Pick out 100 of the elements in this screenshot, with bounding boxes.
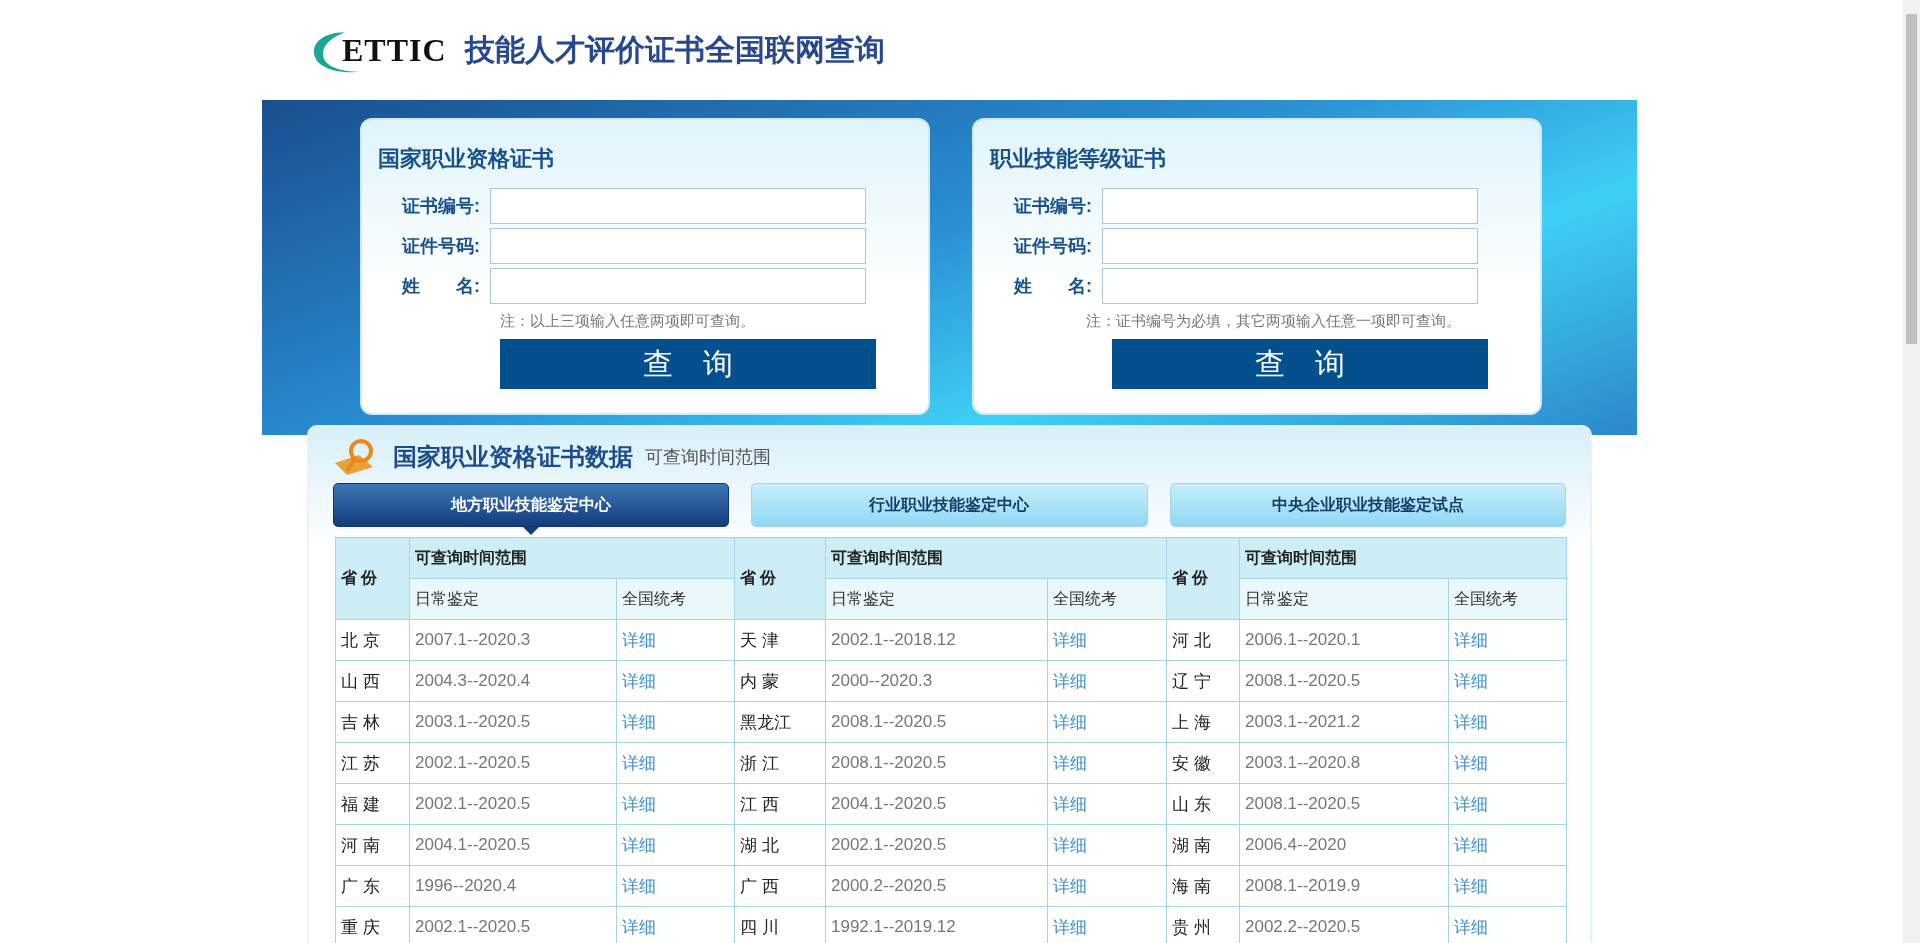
date-range-cell: 2000--2020.3 (825, 660, 1048, 702)
province-cell: 广 东 (335, 865, 410, 907)
province-cell: 河 北 (1166, 619, 1240, 661)
detail-link[interactable]: 详细 (1454, 753, 1488, 773)
column-header: 全国统考 (1448, 578, 1567, 620)
detail-link[interactable]: 详细 (622, 876, 656, 896)
field-label: 姓 名: (400, 275, 481, 298)
province-cell: 河 南 (335, 824, 410, 866)
province-cell: 山 东 (1166, 783, 1240, 825)
date-range-cell: 2006.1--2020.1 (1239, 619, 1449, 661)
date-range-cell: 2006.4--2020 (1239, 824, 1449, 866)
detail-link[interactable]: 详细 (1454, 917, 1488, 937)
input-field[interactable] (490, 228, 866, 264)
detail-link[interactable]: 详细 (1454, 876, 1488, 896)
province-cell: 山 西 (335, 660, 410, 702)
column-header: 省 份 (1166, 537, 1240, 620)
tab[interactable]: 地方职业技能鉴定中心 (333, 483, 730, 527)
detail-link[interactable]: 详细 (1053, 630, 1087, 650)
input-field[interactable] (1102, 268, 1478, 304)
note-text: 注：证书编号为必填，其它两项输入任意一项即可查询。 (1086, 312, 1462, 331)
query-button[interactable]: 查 询 (1112, 339, 1488, 389)
logo-text: ETTIC (342, 31, 447, 69)
note-text: 注：以上三项输入任意两项即可查询。 (500, 312, 756, 331)
detail-link[interactable]: 详细 (622, 630, 656, 650)
detail-link[interactable]: 详细 (1053, 794, 1087, 814)
date-range-cell: 2003.1--2020.8 (1239, 742, 1449, 784)
detail-link[interactable]: 详细 (622, 835, 656, 855)
tab-pointer-icon (523, 527, 540, 535)
date-range-cell: 2000.2--2020.5 (825, 865, 1048, 907)
province-cell: 湖 南 (1166, 824, 1240, 866)
column-header: 省 份 (335, 537, 410, 620)
input-field[interactable] (490, 268, 866, 304)
detail-link[interactable]: 详细 (1053, 712, 1087, 732)
date-range-cell: 2004.1--2020.5 (409, 824, 617, 866)
date-range-cell: 2002.1--2018.12 (825, 619, 1048, 661)
query-button[interactable]: 查 询 (500, 339, 876, 389)
detail-link[interactable]: 详细 (622, 794, 656, 814)
province-cell: 江 西 (734, 783, 826, 825)
card-title: 国家职业资格证书 (378, 145, 555, 173)
detail-link[interactable]: 详细 (622, 671, 656, 691)
tab[interactable]: 行业职业技能鉴定中心 (751, 483, 1148, 527)
province-cell: 黑龙江 (734, 701, 826, 743)
province-cell: 辽 宁 (1166, 660, 1240, 702)
date-range-cell: 2003.1--2021.2 (1239, 701, 1449, 743)
column-header: 全国统考 (616, 578, 735, 620)
column-header: 可查询时间范围 (825, 537, 1167, 579)
province-cell: 湖 北 (734, 824, 826, 866)
date-range-cell: 2004.3--2020.4 (409, 660, 617, 702)
column-header: 可查询时间范围 (409, 537, 735, 579)
detail-link[interactable]: 详细 (1053, 671, 1087, 691)
province-cell: 广 西 (734, 865, 826, 907)
input-field[interactable] (1102, 228, 1478, 264)
province-cell: 重 庆 (335, 906, 410, 943)
date-range-cell: 2008.1--2020.5 (1239, 660, 1449, 702)
province-cell: 上 海 (1166, 701, 1240, 743)
detail-link[interactable]: 详细 (1053, 753, 1087, 773)
column-header: 日常鉴定 (409, 578, 617, 620)
detail-link[interactable]: 详细 (1454, 835, 1488, 855)
detail-link[interactable]: 详细 (622, 917, 656, 937)
date-range-cell: 2004.1--2020.5 (825, 783, 1048, 825)
scrollbar-thumb[interactable] (1906, 14, 1917, 344)
detail-link[interactable]: 详细 (622, 753, 656, 773)
column-header: 可查询时间范围 (1239, 537, 1567, 579)
date-range-cell: 2008.1--2020.5 (1239, 783, 1449, 825)
tab[interactable]: 中央企业职业技能鉴定试点 (1169, 483, 1566, 527)
date-range-cell: 2008.1--2020.5 (825, 742, 1048, 784)
date-range-cell: 1996--2020.4 (409, 865, 617, 907)
detail-link[interactable]: 详细 (1454, 630, 1488, 650)
field-label: 姓 名: (1012, 275, 1093, 298)
province-cell: 浙 江 (734, 742, 826, 784)
province-cell: 海 南 (1166, 865, 1240, 907)
detail-link[interactable]: 详细 (1053, 876, 1087, 896)
province-cell: 吉 林 (335, 701, 410, 743)
date-range-cell: 2002.1--2020.5 (825, 824, 1048, 866)
date-range-cell: 2008.1--2020.5 (825, 701, 1048, 743)
province-cell: 北 京 (335, 619, 410, 661)
detail-link[interactable]: 详细 (1454, 794, 1488, 814)
detail-link[interactable]: 详细 (1454, 671, 1488, 691)
detail-link[interactable]: 详细 (1053, 835, 1087, 855)
province-cell: 天 津 (734, 619, 826, 661)
scrollbar[interactable] (1903, 0, 1920, 943)
input-field[interactable] (490, 188, 866, 224)
site-title: 技能人才评价证书全国联网查询 (464, 31, 885, 68)
date-range-cell: 2007.1--2020.3 (409, 619, 617, 661)
date-range-cell: 2002.1--2020.5 (409, 783, 617, 825)
panel-title: 国家职业资格证书数据 (393, 443, 633, 472)
detail-link[interactable]: 详细 (622, 712, 656, 732)
field-label: 证件号码: (1012, 235, 1093, 258)
detail-link[interactable]: 详细 (1454, 712, 1488, 732)
field-label: 证书编号: (400, 195, 481, 218)
input-field[interactable] (1102, 188, 1478, 224)
detail-link[interactable]: 详细 (1053, 917, 1087, 937)
column-header: 全国统考 (1047, 578, 1167, 620)
province-cell: 江 苏 (335, 742, 410, 784)
column-header: 日常鉴定 (825, 578, 1048, 620)
column-header: 日常鉴定 (1239, 578, 1449, 620)
province-cell: 内 蒙 (734, 660, 826, 702)
card-title: 职业技能等级证书 (990, 145, 1167, 173)
field-label: 证件号码: (400, 235, 481, 258)
panel-subtitle: 可查询时间范围 (645, 446, 771, 469)
